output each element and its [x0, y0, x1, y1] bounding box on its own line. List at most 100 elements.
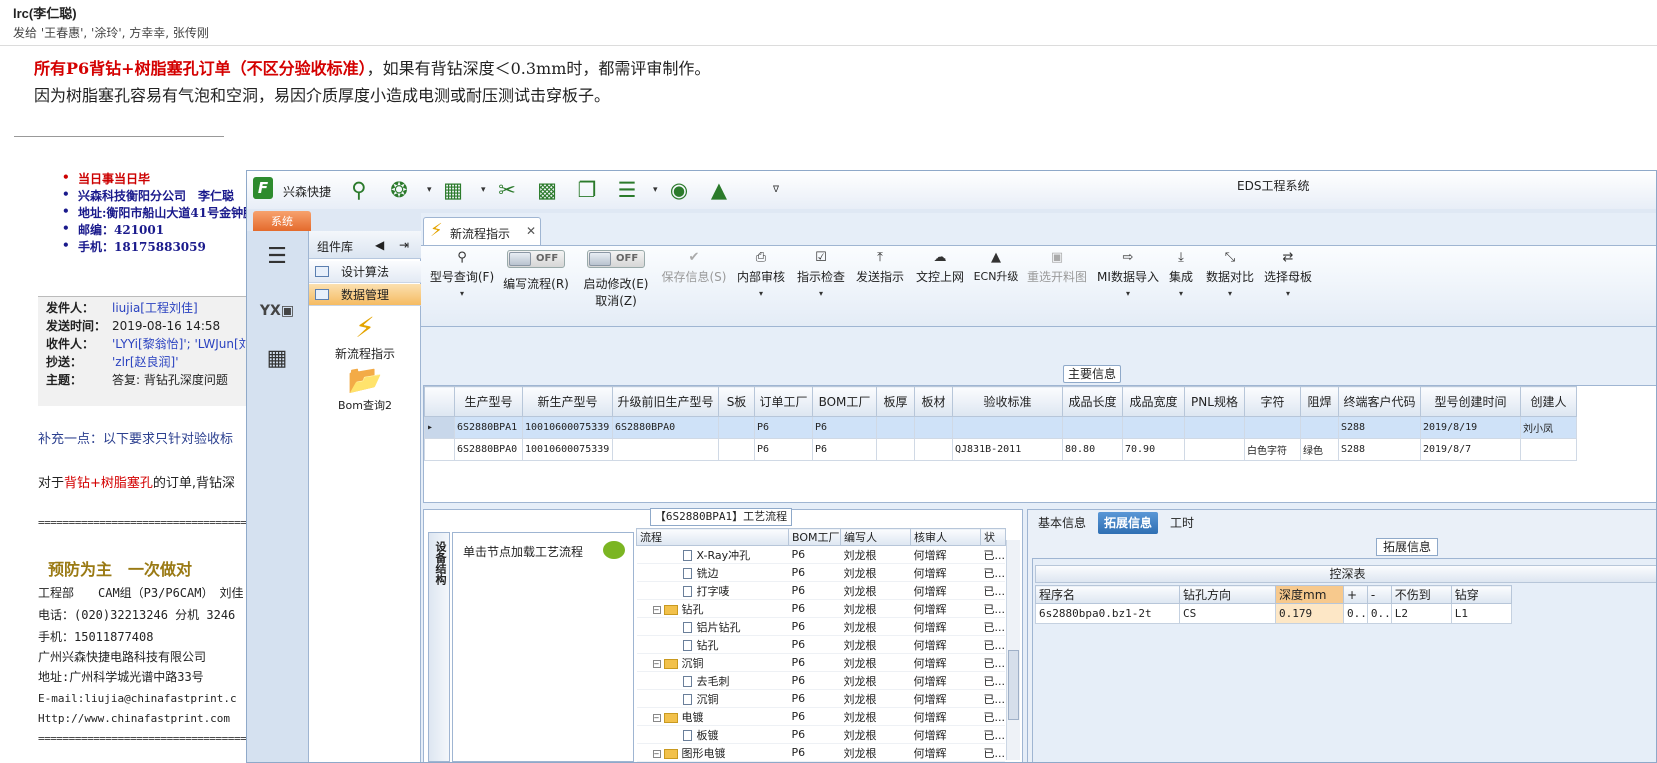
row-header[interactable]: ▸	[424, 416, 455, 439]
table-cell[interactable]: QJ831B-2011	[952, 438, 1063, 461]
tree-row[interactable]: 板镀 P6 刘龙根 何增辉 已...	[636, 725, 1005, 744]
table-cell[interactable]	[914, 438, 953, 461]
tree-row[interactable]: − 沉铜 P6 刘龙根 何增辉 已...	[636, 653, 1005, 672]
row-header[interactable]	[424, 438, 455, 461]
tree-row[interactable]: − 钻孔 P6 刘龙根 何增辉 已...	[636, 599, 1005, 618]
tree-node[interactable]: 铣边	[636, 563, 789, 582]
column-header[interactable]: 板厚	[876, 386, 915, 417]
column-header[interactable]: PNL规格	[1184, 386, 1245, 417]
toggle-switch[interactable]: OFF	[587, 250, 645, 268]
table-cell[interactable]	[952, 416, 1063, 439]
close-icon[interactable]: ✕	[526, 224, 536, 238]
table-icon[interactable]: ▦	[439, 177, 467, 203]
column-header[interactable]: 核审人	[910, 528, 981, 546]
column-header[interactable]: +	[1343, 585, 1368, 604]
column-header[interactable]: 创建人	[1520, 386, 1577, 417]
table-cell[interactable]: 0..	[1343, 603, 1368, 624]
table-cell[interactable]	[1300, 416, 1339, 439]
table-cell[interactable]: P6	[812, 416, 877, 439]
column-header[interactable]: 终端客户代码	[1338, 386, 1421, 417]
table-cell[interactable]: 白色字符	[1244, 438, 1301, 461]
film-icon[interactable]: ▩	[533, 177, 561, 203]
table-cell[interactable]	[876, 438, 915, 461]
quote-to-link[interactable]: 'LYYi[黎翁怡]'; 'LWJun[刘文	[112, 337, 263, 351]
column-header[interactable]: 编写人	[840, 528, 911, 546]
table-cell[interactable]	[1184, 438, 1245, 461]
column-header[interactable]: 深度mm	[1275, 585, 1344, 604]
cancel-label[interactable]: 取消(Z)	[581, 292, 651, 309]
collapse-icon[interactable]: −	[652, 713, 661, 722]
tree-row[interactable]: X-Ray冲孔 P6 刘龙根 何增辉 已...	[636, 545, 1005, 564]
collapse-icon[interactable]: −	[652, 605, 661, 614]
tab-basic-info[interactable]: 基本信息	[1032, 512, 1092, 534]
send-instruction-button[interactable]: ⤒ 发送指示	[853, 250, 907, 285]
table-cell[interactable]: 绿色	[1300, 438, 1339, 461]
tab-equipment-structure[interactable]: 设备结构	[428, 532, 450, 762]
table-cell[interactable]	[1184, 416, 1245, 439]
table-cell[interactable]	[718, 438, 755, 461]
scissors-icon[interactable]: ✂	[493, 177, 521, 203]
vertical-scrollbar[interactable]	[1006, 540, 1020, 760]
column-header[interactable]: 验收标准	[952, 386, 1063, 417]
pin-icon[interactable]: ⇥	[399, 238, 409, 252]
column-header[interactable]: 板材	[914, 386, 953, 417]
column-header[interactable]: 不伤到	[1390, 585, 1452, 604]
customize-toolbar-icon[interactable]: ∇	[773, 185, 779, 195]
start-edit-toggle[interactable]: OFF 启动修改(E) 取消(Z)	[581, 250, 651, 309]
query-model-button[interactable]: ⚲ 型号查询(F) ▾	[427, 250, 497, 298]
column-header[interactable]: S板	[718, 386, 755, 417]
table-cell[interactable]: S288	[1338, 438, 1421, 461]
table-cell[interactable]: 6s2880bpa0.bz1-2t	[1035, 603, 1180, 624]
lib-design-algorithm-button[interactable]: 设计算法	[309, 261, 421, 283]
table-cell[interactable]: 2019/8/7	[1420, 438, 1521, 461]
collapse-left-icon[interactable]: ◀	[375, 238, 384, 252]
app-logo-icon[interactable]: F	[253, 177, 273, 199]
table-cell[interactable]	[1062, 416, 1123, 439]
tree-node[interactable]: 打字唛	[636, 581, 789, 600]
column-header[interactable]: 状	[980, 528, 1006, 546]
column-header[interactable]: 新生产型号	[522, 386, 613, 417]
data-compare-button[interactable]: ⤡ 数据对比 ▾	[1205, 250, 1255, 298]
column-header[interactable]: 程序名	[1035, 585, 1180, 604]
tree-row[interactable]: 打字唛 P6 刘龙根 何增辉 已...	[636, 581, 1005, 600]
mail-recipients[interactable]: 发给 '王春惠', '涂玲', 方幸幸, 张传刚	[13, 24, 209, 41]
save-info-button[interactable]: ✔ 保存信息(S)	[661, 250, 727, 285]
table-cell[interactable]: 刘小凤	[1520, 416, 1577, 439]
select-master-button[interactable]: ⇄ 选择母板 ▾	[1263, 250, 1313, 298]
column-header[interactable]: 阻焊	[1300, 386, 1339, 417]
column-header[interactable]: -	[1366, 585, 1392, 604]
tab-extended-info[interactable]: 拓展信息	[1098, 512, 1159, 534]
tree-row[interactable]: 钻孔 P6 刘龙根 何增辉 已...	[636, 635, 1005, 654]
table-cell[interactable]: L2	[1390, 603, 1452, 624]
mail-sender[interactable]: lrc(李仁聪)	[13, 3, 77, 22]
table-cell[interactable]: P6	[754, 416, 813, 439]
tree-node[interactable]: 沉铜	[636, 689, 789, 708]
table-cell[interactable]: 2019/8/19	[1420, 416, 1521, 439]
tree-node[interactable]: − 沉铜	[636, 653, 789, 672]
tree-node[interactable]: − 图形电镀	[636, 743, 789, 762]
tree-node[interactable]: X-Ray冲孔	[636, 545, 789, 564]
tree-node[interactable]: − 电镀	[636, 707, 789, 726]
lib-bom-query-item[interactable]: 📂 Bom查询2	[309, 363, 421, 413]
upload-online-button[interactable]: ☁ 文控上网	[913, 250, 967, 285]
tree-row[interactable]: − 电镀 P6 刘龙根 何增辉 已...	[636, 707, 1005, 726]
lib-data-management-button[interactable]: 数据管理	[309, 284, 421, 306]
tree-node[interactable]: 去毛刺	[636, 671, 789, 690]
column-header[interactable]: 成品长度	[1062, 386, 1123, 417]
tree-node[interactable]: 铝片钻孔	[636, 617, 789, 636]
column-header[interactable]: 升级前旧生产型号	[612, 386, 719, 417]
column-header[interactable]: 订单工厂	[754, 386, 813, 417]
toggle-switch[interactable]: OFF	[507, 250, 565, 268]
table-cell[interactable]: P6	[754, 438, 813, 461]
chevron-down-icon[interactable]: ▾	[427, 185, 432, 195]
tree-node[interactable]: 板镀	[636, 725, 789, 744]
table-cell[interactable]: 70.90	[1122, 438, 1185, 461]
table-cell[interactable]: 80.80	[1062, 438, 1123, 461]
table-cell[interactable]: S288	[1338, 416, 1421, 439]
table-cell[interactable]: 10010600075339	[522, 438, 613, 461]
mi-import-button[interactable]: ⇨ MI数据导入 ▾	[1097, 250, 1159, 298]
column-header[interactable]: 钻穿	[1450, 585, 1512, 604]
tree-row[interactable]: − 图形电镀 P6 刘龙根 何增辉 已...	[636, 743, 1005, 762]
chevron-down-icon[interactable]: ▾	[653, 185, 658, 195]
copy-icon[interactable]: ❐	[573, 177, 601, 203]
